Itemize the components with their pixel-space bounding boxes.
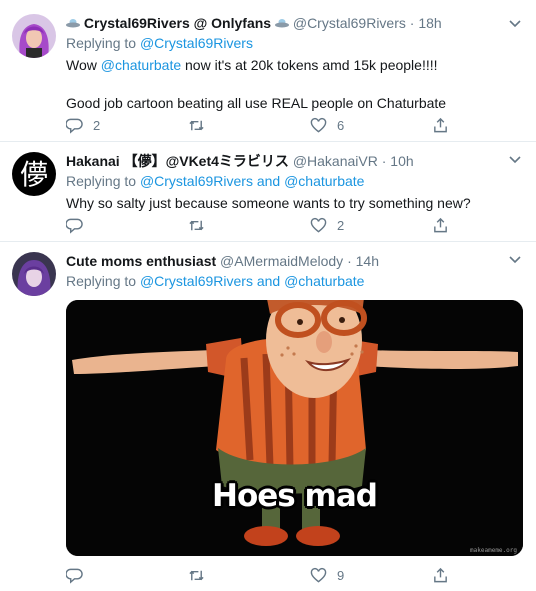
replying-and-label[interactable]: and: [257, 173, 280, 189]
tweet[interactable]: 儚 Hakanai 【儚】@VKet4ミラビリス @HakanaiVR · 10…: [0, 142, 536, 242]
replying-to-label: Replying to: [66, 273, 137, 289]
reply-button[interactable]: [66, 566, 93, 584]
reply-button[interactable]: [66, 216, 93, 234]
tweet-media[interactable]: Hoes mad makeameme.org: [66, 300, 523, 556]
replying-to-label: Replying to: [66, 35, 137, 51]
meme-caption: Hoes mad: [212, 478, 378, 514]
mention-link[interactable]: @chaturbate: [284, 173, 364, 189]
like-button[interactable]: 9: [310, 566, 344, 584]
tweet[interactable]: Cute moms enthusiast @AMermaidMelody · 1…: [0, 242, 536, 591]
mention-link[interactable]: @Crystal69Rivers: [140, 273, 253, 289]
user-handle[interactable]: @HakanaiVR: [293, 153, 378, 169]
replying-and-label[interactable]: and: [257, 273, 280, 289]
replying-to-line: Replying to @Crystal69Rivers: [66, 34, 522, 52]
avatar[interactable]: [12, 14, 56, 58]
mention-link[interactable]: @chaturbate: [284, 273, 364, 289]
replying-to-line: Replying to @Crystal69Rivers and @chatur…: [66, 272, 522, 290]
like-count: 2: [337, 217, 345, 233]
share-button[interactable]: [432, 566, 449, 584]
tweet-content: Crystal69Rivers @ Onlyfans @Crystal69Riv…: [66, 14, 522, 113]
display-name[interactable]: Hakanai 【儚】@VKet4ミラビリス: [66, 153, 289, 169]
retweet-icon: [189, 570, 204, 580]
avatar-glyph: 儚: [20, 158, 48, 191]
reply-icon: [66, 568, 83, 584]
share-button[interactable]: [432, 216, 449, 234]
reply-icon: [66, 118, 83, 134]
chevron-down-icon[interactable]: [508, 154, 522, 166]
tweet-text-paragraph: Good job cartoon beating all use REAL pe…: [66, 95, 447, 111]
like-count: 6: [337, 117, 345, 133]
tweet-actions: 2: [66, 216, 449, 234]
tweet-text-part: Wow: [66, 57, 97, 73]
retweet-button[interactable]: [188, 116, 215, 134]
tweet-content: Cute moms enthusiast @AMermaidMelody · 1…: [66, 252, 522, 290]
ufo-emoji-icon: [66, 19, 80, 28]
tweet-header: Cute moms enthusiast @AMermaidMelody · 1…: [66, 252, 522, 270]
display-name[interactable]: Cute moms enthusiast: [66, 253, 216, 269]
retweet-button[interactable]: [188, 216, 215, 234]
reply-button[interactable]: 2: [66, 116, 100, 134]
heart-icon: [310, 117, 327, 133]
avatar[interactable]: [12, 252, 56, 296]
retweet-icon: [189, 120, 204, 130]
meme-image: [66, 300, 523, 556]
user-handle[interactable]: @AMermaidMelody: [220, 253, 343, 269]
separator-dot: ·: [347, 253, 352, 269]
replying-to-line: Replying to @Crystal69Rivers and @chatur…: [66, 172, 522, 190]
tweet-actions: 9: [66, 566, 449, 584]
timestamp[interactable]: 14h: [356, 253, 379, 269]
separator-dot: ·: [381, 153, 387, 169]
chevron-down-icon[interactable]: [508, 254, 522, 266]
reply-count: 2: [93, 117, 101, 133]
separator-dot: ·: [409, 15, 415, 31]
mention-link[interactable]: @Crystal69Rivers: [140, 35, 253, 51]
tweet-text: Wow @chaturbate now it's at 20k tokens a…: [66, 56, 522, 113]
timestamp[interactable]: 10h: [390, 153, 413, 169]
tweet-text-part: now it's at 20k tokens amd 15k people!!!…: [185, 57, 438, 73]
avatar-image: [12, 252, 56, 296]
ufo-emoji-icon: [274, 19, 289, 28]
mention-link[interactable]: @Crystal69Rivers: [140, 173, 253, 189]
avatar-image: 儚: [12, 152, 56, 196]
mention-link[interactable]: @chaturbate: [101, 57, 181, 73]
share-icon: [434, 117, 447, 132]
like-button[interactable]: 2: [310, 216, 344, 234]
retweet-icon: [189, 220, 204, 230]
share-button[interactable]: [432, 116, 449, 134]
like-count: 9: [337, 567, 345, 583]
reply-icon: [66, 218, 83, 234]
avatar[interactable]: 儚: [12, 152, 56, 196]
tweet-header: Crystal69Rivers @ Onlyfans @Crystal69Riv…: [66, 14, 522, 32]
chevron-down-icon[interactable]: [508, 18, 522, 30]
retweet-button[interactable]: [188, 566, 215, 584]
avatar-image: [12, 14, 56, 58]
replying-to-label: Replying to: [66, 173, 137, 189]
heart-icon: [310, 567, 327, 583]
tweet-content: Hakanai 【儚】@VKet4ミラビリス @HakanaiVR · 10h …: [66, 152, 522, 213]
user-handle[interactable]: @Crystal69Rivers: [293, 15, 406, 31]
tweet[interactable]: Crystal69Rivers @ Onlyfans @Crystal69Riv…: [0, 0, 536, 142]
tweet-actions: 2 6: [66, 116, 449, 134]
display-name[interactable]: Crystal69Rivers @ Onlyfans: [84, 15, 271, 31]
tweet-text: Why so salty just because someone wants …: [66, 195, 471, 211]
share-icon: [434, 217, 447, 232]
timestamp[interactable]: 18h: [418, 15, 441, 31]
heart-icon: [310, 217, 327, 233]
tweet-header: Hakanai 【儚】@VKet4ミラビリス @HakanaiVR · 10h: [66, 152, 522, 170]
share-icon: [434, 567, 447, 582]
like-button[interactable]: 6: [310, 116, 344, 134]
meme-watermark: makeameme.org: [470, 547, 517, 554]
